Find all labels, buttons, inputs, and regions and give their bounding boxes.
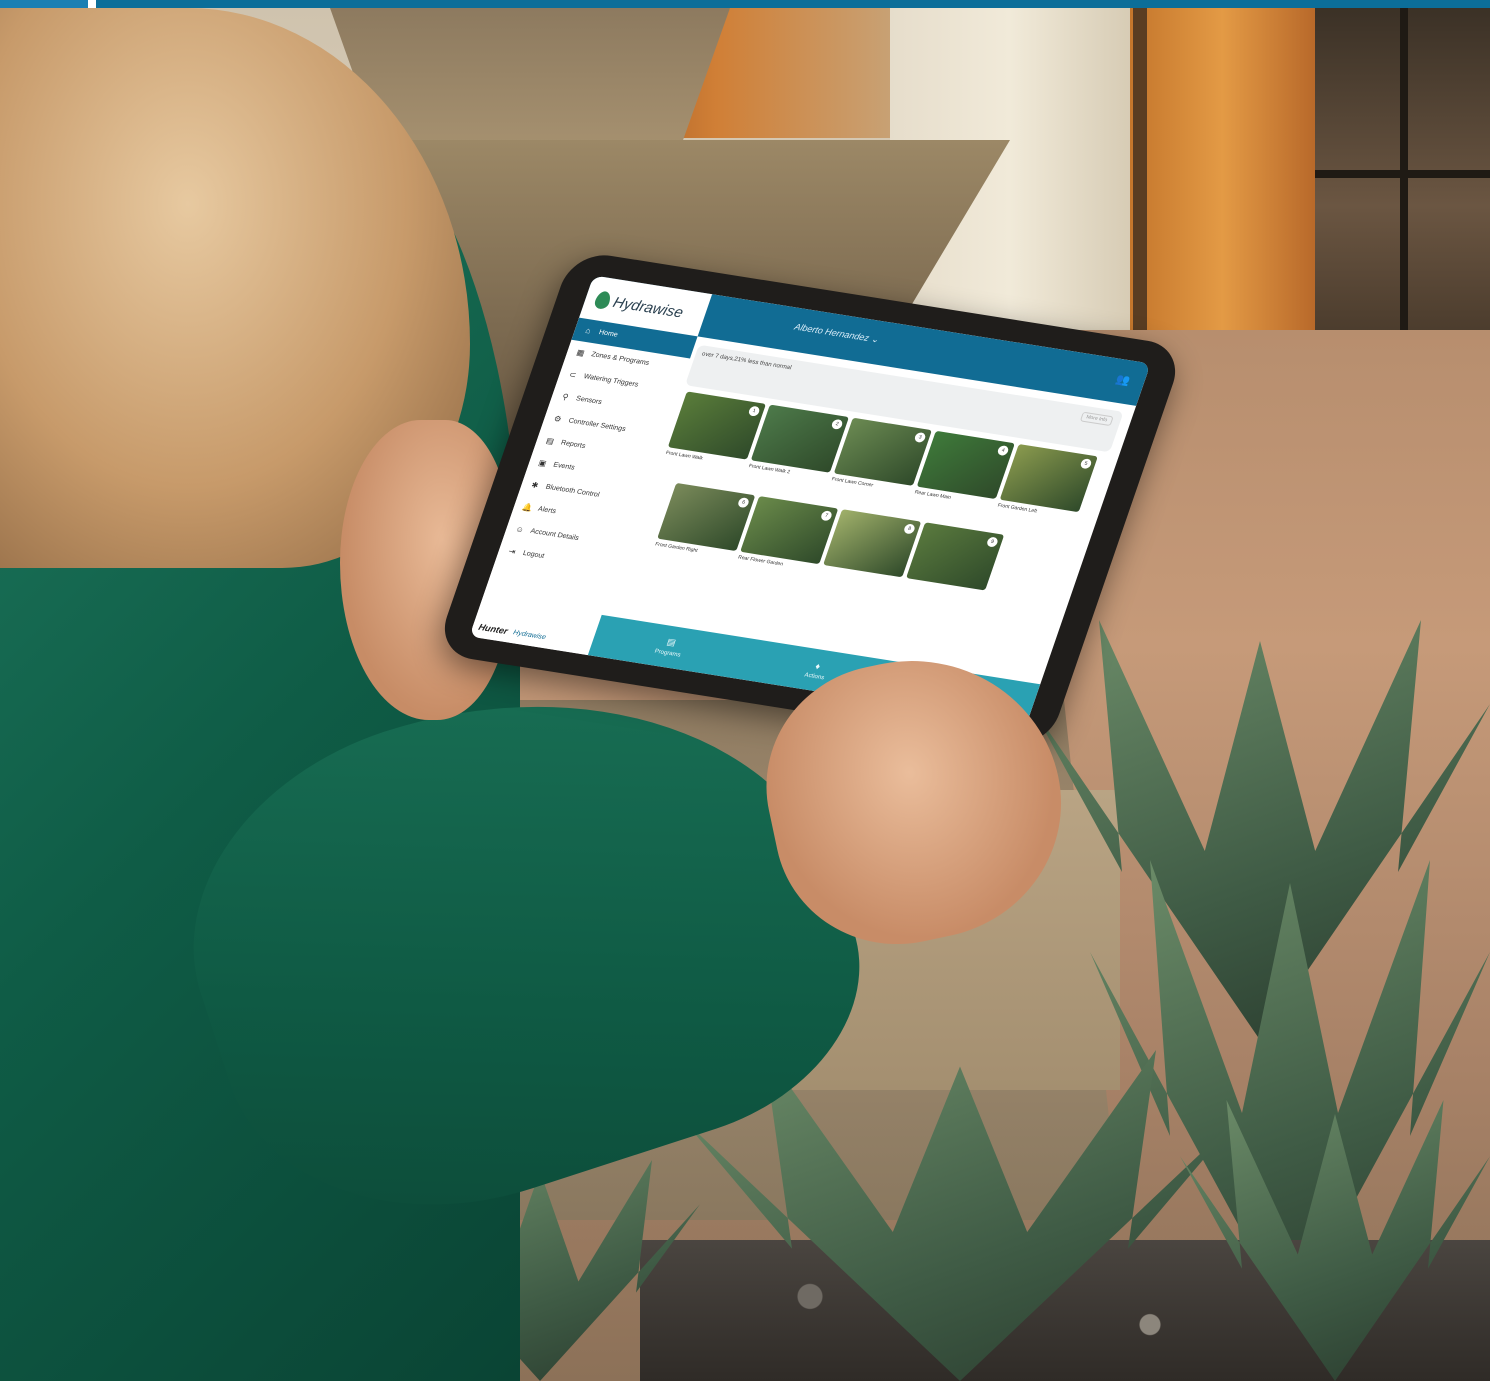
zone-photo <box>750 404 849 473</box>
hydrawise-brand: Hydrawise <box>512 628 547 641</box>
grid-icon: ▦ <box>575 347 586 358</box>
user-name-dropdown[interactable]: Alberto Hernandez ⌄ <box>793 322 880 346</box>
zone-photo <box>740 496 839 565</box>
hunter-brand: Hunter <box>477 621 510 637</box>
events-icon: ▣ <box>537 458 548 469</box>
window-transom <box>1315 170 1490 178</box>
sidebar-item-label: Watering Triggers <box>582 373 640 389</box>
alert-text: over 7 days,21% less than normal <box>700 351 793 372</box>
zone-photo <box>823 509 922 578</box>
home-icon: ⌂ <box>584 326 592 336</box>
zone-photo <box>916 430 1015 500</box>
zone-photo <box>999 443 1098 513</box>
bluetooth-icon: ✱ <box>530 480 540 491</box>
users-icon[interactable]: 👥 <box>1114 373 1132 388</box>
tablet-screen: Alberto Hernandez ⌄ 👥 Hydrawise ⌂ Home ▦ Zo… <box>469 275 1151 725</box>
sensor-icon: ⚲ <box>560 392 570 402</box>
tab-actions[interactable]: ♦ Actions <box>803 659 830 681</box>
top-bar-left-accent <box>0 0 88 8</box>
bell-icon: 🔔 <box>520 502 534 513</box>
top-bar-gap <box>88 0 96 8</box>
zone-photo <box>833 417 932 486</box>
sidebar-item-label: Home <box>597 329 619 339</box>
trigger-icon: ⊂ <box>568 370 578 380</box>
sidebar-item-label: Zones & Programs <box>590 351 651 367</box>
account-icon: ☺ <box>514 524 526 535</box>
sidebar-item-label: Sensors <box>575 395 603 407</box>
sidebar-item-label: Logout <box>521 549 546 560</box>
programs-icon: ▤ <box>665 636 678 648</box>
zone-photo <box>657 482 756 552</box>
settings-icon: ⚙ <box>552 414 563 424</box>
sidebar-item-label: Reports <box>559 439 587 451</box>
tab-label: Actions <box>803 671 826 681</box>
tab-programs[interactable]: ▤ Programs <box>653 635 686 659</box>
sidebar-item-label: Bluetooth Control <box>544 483 601 499</box>
sidebar-item-label: Events <box>552 461 576 472</box>
reports-icon: ▤ <box>544 436 556 447</box>
water-drop-icon <box>592 290 613 310</box>
door-frame <box>1133 8 1147 333</box>
more-info-button[interactable]: More Info <box>1079 411 1114 427</box>
orange-door <box>1130 8 1315 333</box>
logout-icon: ⇥ <box>507 546 517 557</box>
sidebar-item-label: Controller Settings <box>567 417 627 434</box>
brand-row: Hunter Hydrawise <box>477 622 547 642</box>
zone-photo <box>906 522 1005 591</box>
sidebar-item-label: Alerts <box>536 505 557 516</box>
actions-icon: ♦ <box>814 660 822 671</box>
logo-text: Hydrawise <box>610 293 686 321</box>
tab-label: Programs <box>653 648 682 659</box>
photo-scene: Alberto Hernandez ⌄ 👥 Hydrawise ⌂ Home ▦ Zo… <box>0 0 1490 1381</box>
top-bar <box>0 0 1490 8</box>
top-bar-right <box>96 0 1490 8</box>
zone-photo <box>667 391 767 460</box>
sidebar-item-label: Account Details <box>529 527 580 543</box>
